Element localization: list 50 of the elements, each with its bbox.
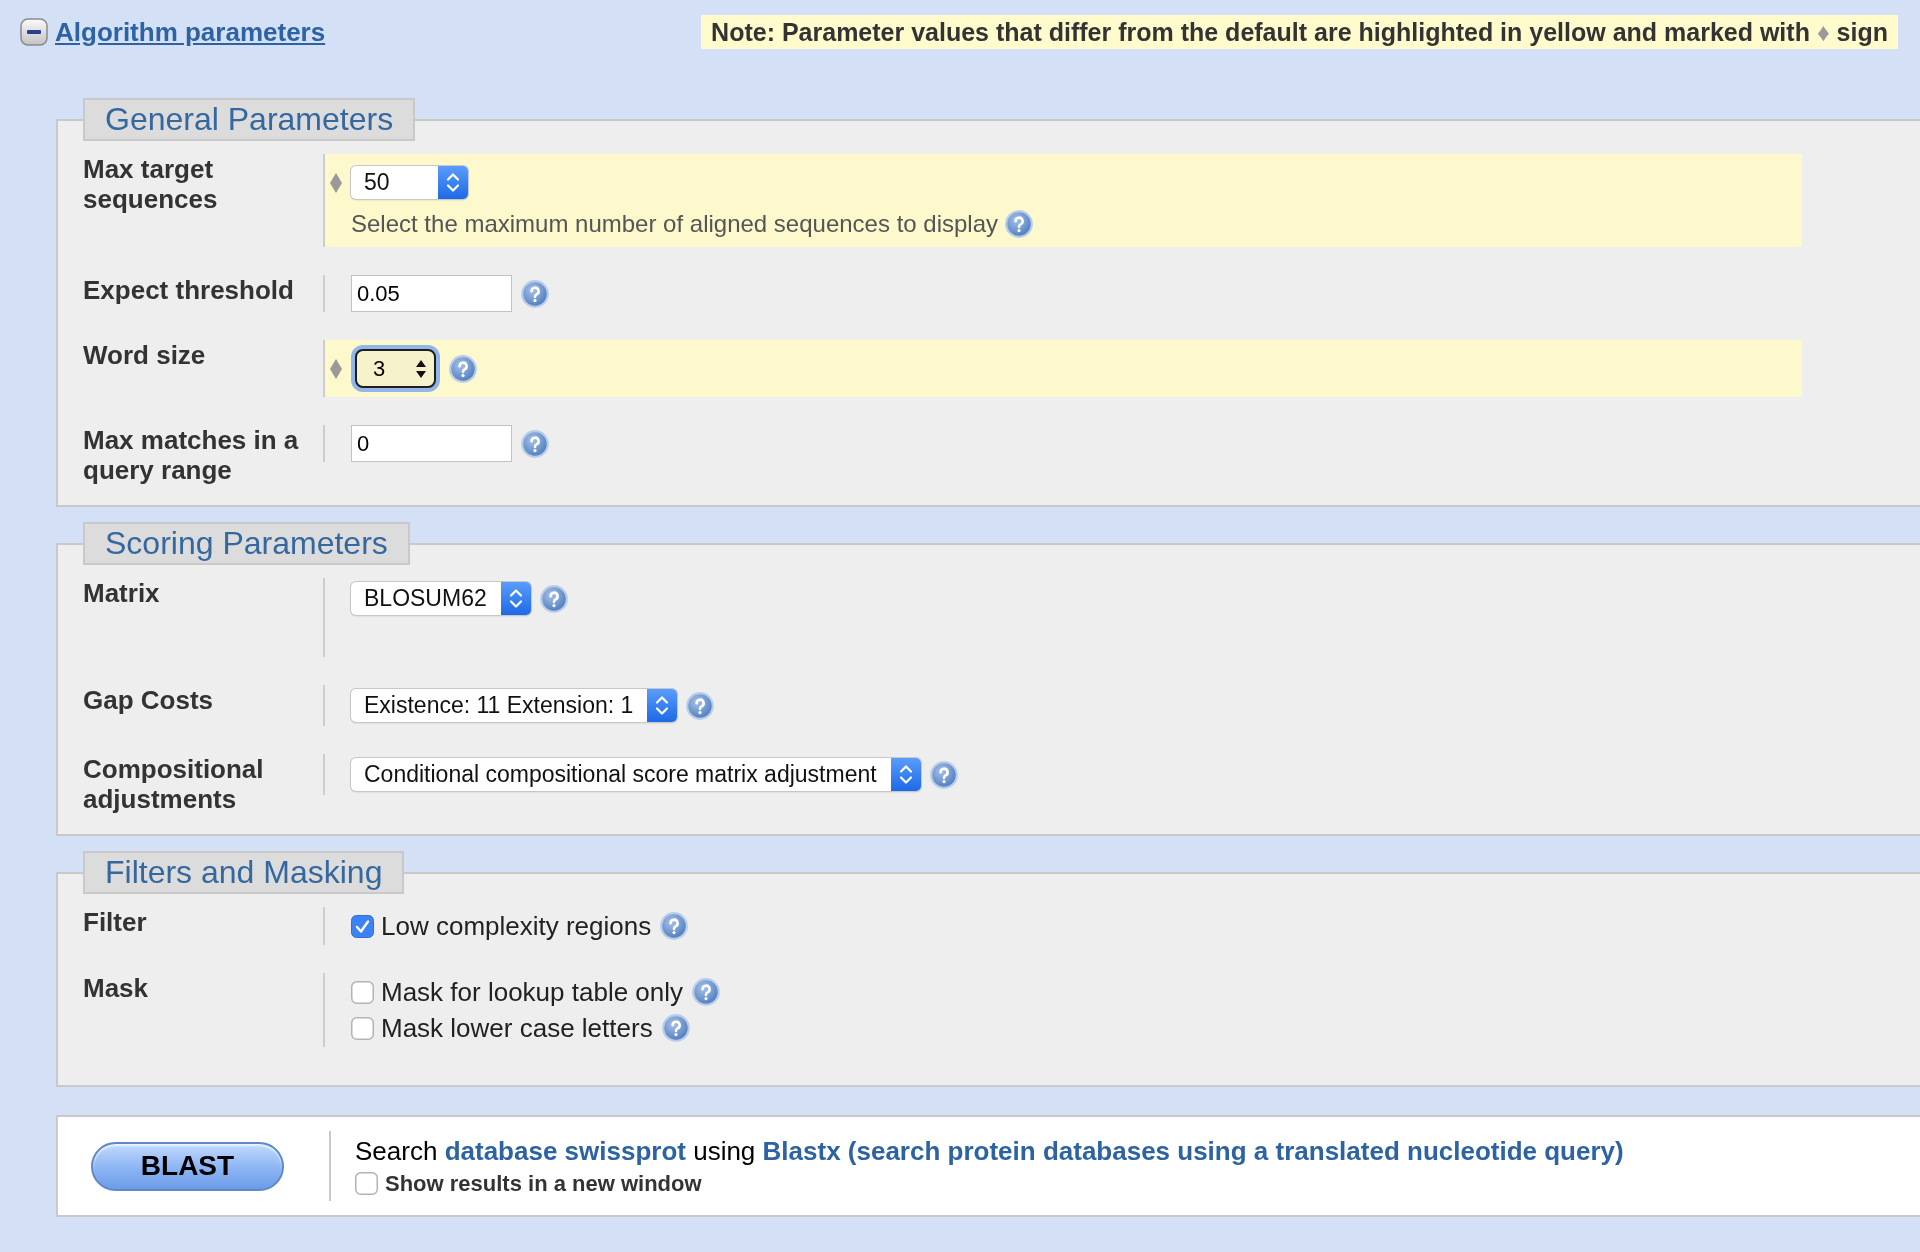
dropdown[interactable]: Existence: 11 Extension: 1 — [351, 689, 678, 722]
checkbox[interactable] — [351, 980, 374, 1004]
checkbox[interactable] — [351, 914, 374, 938]
section-title: Filters and Masking — [83, 851, 405, 894]
text-link[interactable]: Blastx (search protein databases using a translated nucleotide query) — [762, 1135, 1624, 1166]
help-icon[interactable] — [521, 429, 549, 458]
checkbox[interactable] — [351, 1016, 374, 1040]
dropdown[interactable]: 3 — [351, 345, 440, 392]
up-down-chevron-icon — [890, 758, 921, 791]
checkbox[interactable] — [355, 1172, 378, 1195]
help-icon[interactable] — [449, 354, 477, 383]
help-icon[interactable] — [661, 1014, 690, 1042]
field-label: Filter — [83, 907, 148, 937]
checkbox-label: Mask for lookup table only — [381, 977, 684, 1007]
field-label: Compositional adjustments — [83, 754, 265, 814]
field-label: Max target sequences — [83, 154, 219, 214]
field-label: Matrix — [83, 578, 161, 608]
dropdown[interactable]: Conditional compositional score matrix adjustment — [351, 758, 921, 791]
help-icon[interactable] — [686, 691, 715, 720]
note-text: Note: Parameter values that differ from the default are highlighted in yellow and marked with ♦ sign — [701, 15, 1898, 49]
search-summary: Search database swissprot using Blastx (search protein databases using a translated nucleotide query) — [355, 1135, 1624, 1166]
up-down-chevron-icon — [647, 689, 678, 722]
up-down-chevron-icon — [500, 582, 531, 615]
help-icon[interactable] — [521, 279, 549, 308]
dropdown[interactable]: 50 — [351, 166, 468, 199]
minus-icon[interactable] — [20, 18, 48, 46]
blast-button[interactable]: BLAST — [91, 1141, 284, 1191]
up-down-chevron-icon — [438, 166, 468, 199]
section-title: General Parameters — [83, 98, 416, 141]
dropdown[interactable]: BLOSUM62 — [351, 582, 531, 615]
up-down-arrows-icon — [416, 359, 426, 378]
hint-text: Select the maximum number of aligned sequences to display — [351, 209, 998, 239]
text-input[interactable]: 0.05 — [351, 275, 512, 312]
section-title: Scoring Parameters — [83, 522, 410, 565]
text-link[interactable]: database swissprot — [444, 1135, 686, 1166]
help-icon[interactable] — [1005, 210, 1033, 238]
checkbox-label: Mask lower case letters — [381, 1013, 653, 1043]
help-icon[interactable] — [539, 584, 568, 613]
help-icon[interactable] — [660, 912, 689, 940]
field-label: Expect threshold — [83, 275, 295, 305]
checkbox-label: Low complexity regions — [381, 911, 652, 941]
toggle-link[interactable]: Algorithm parameters — [55, 16, 326, 48]
field-label: Max matches in a query range — [83, 425, 300, 485]
help-icon[interactable] — [929, 760, 958, 789]
field-label: Mask — [83, 973, 150, 1003]
field-label: Word size — [83, 340, 207, 370]
text-input[interactable]: 0 — [351, 425, 512, 462]
checkbox-label: Show results in a new window — [385, 1170, 702, 1197]
help-icon[interactable] — [692, 978, 721, 1006]
field-label: Gap Costs — [83, 685, 215, 715]
